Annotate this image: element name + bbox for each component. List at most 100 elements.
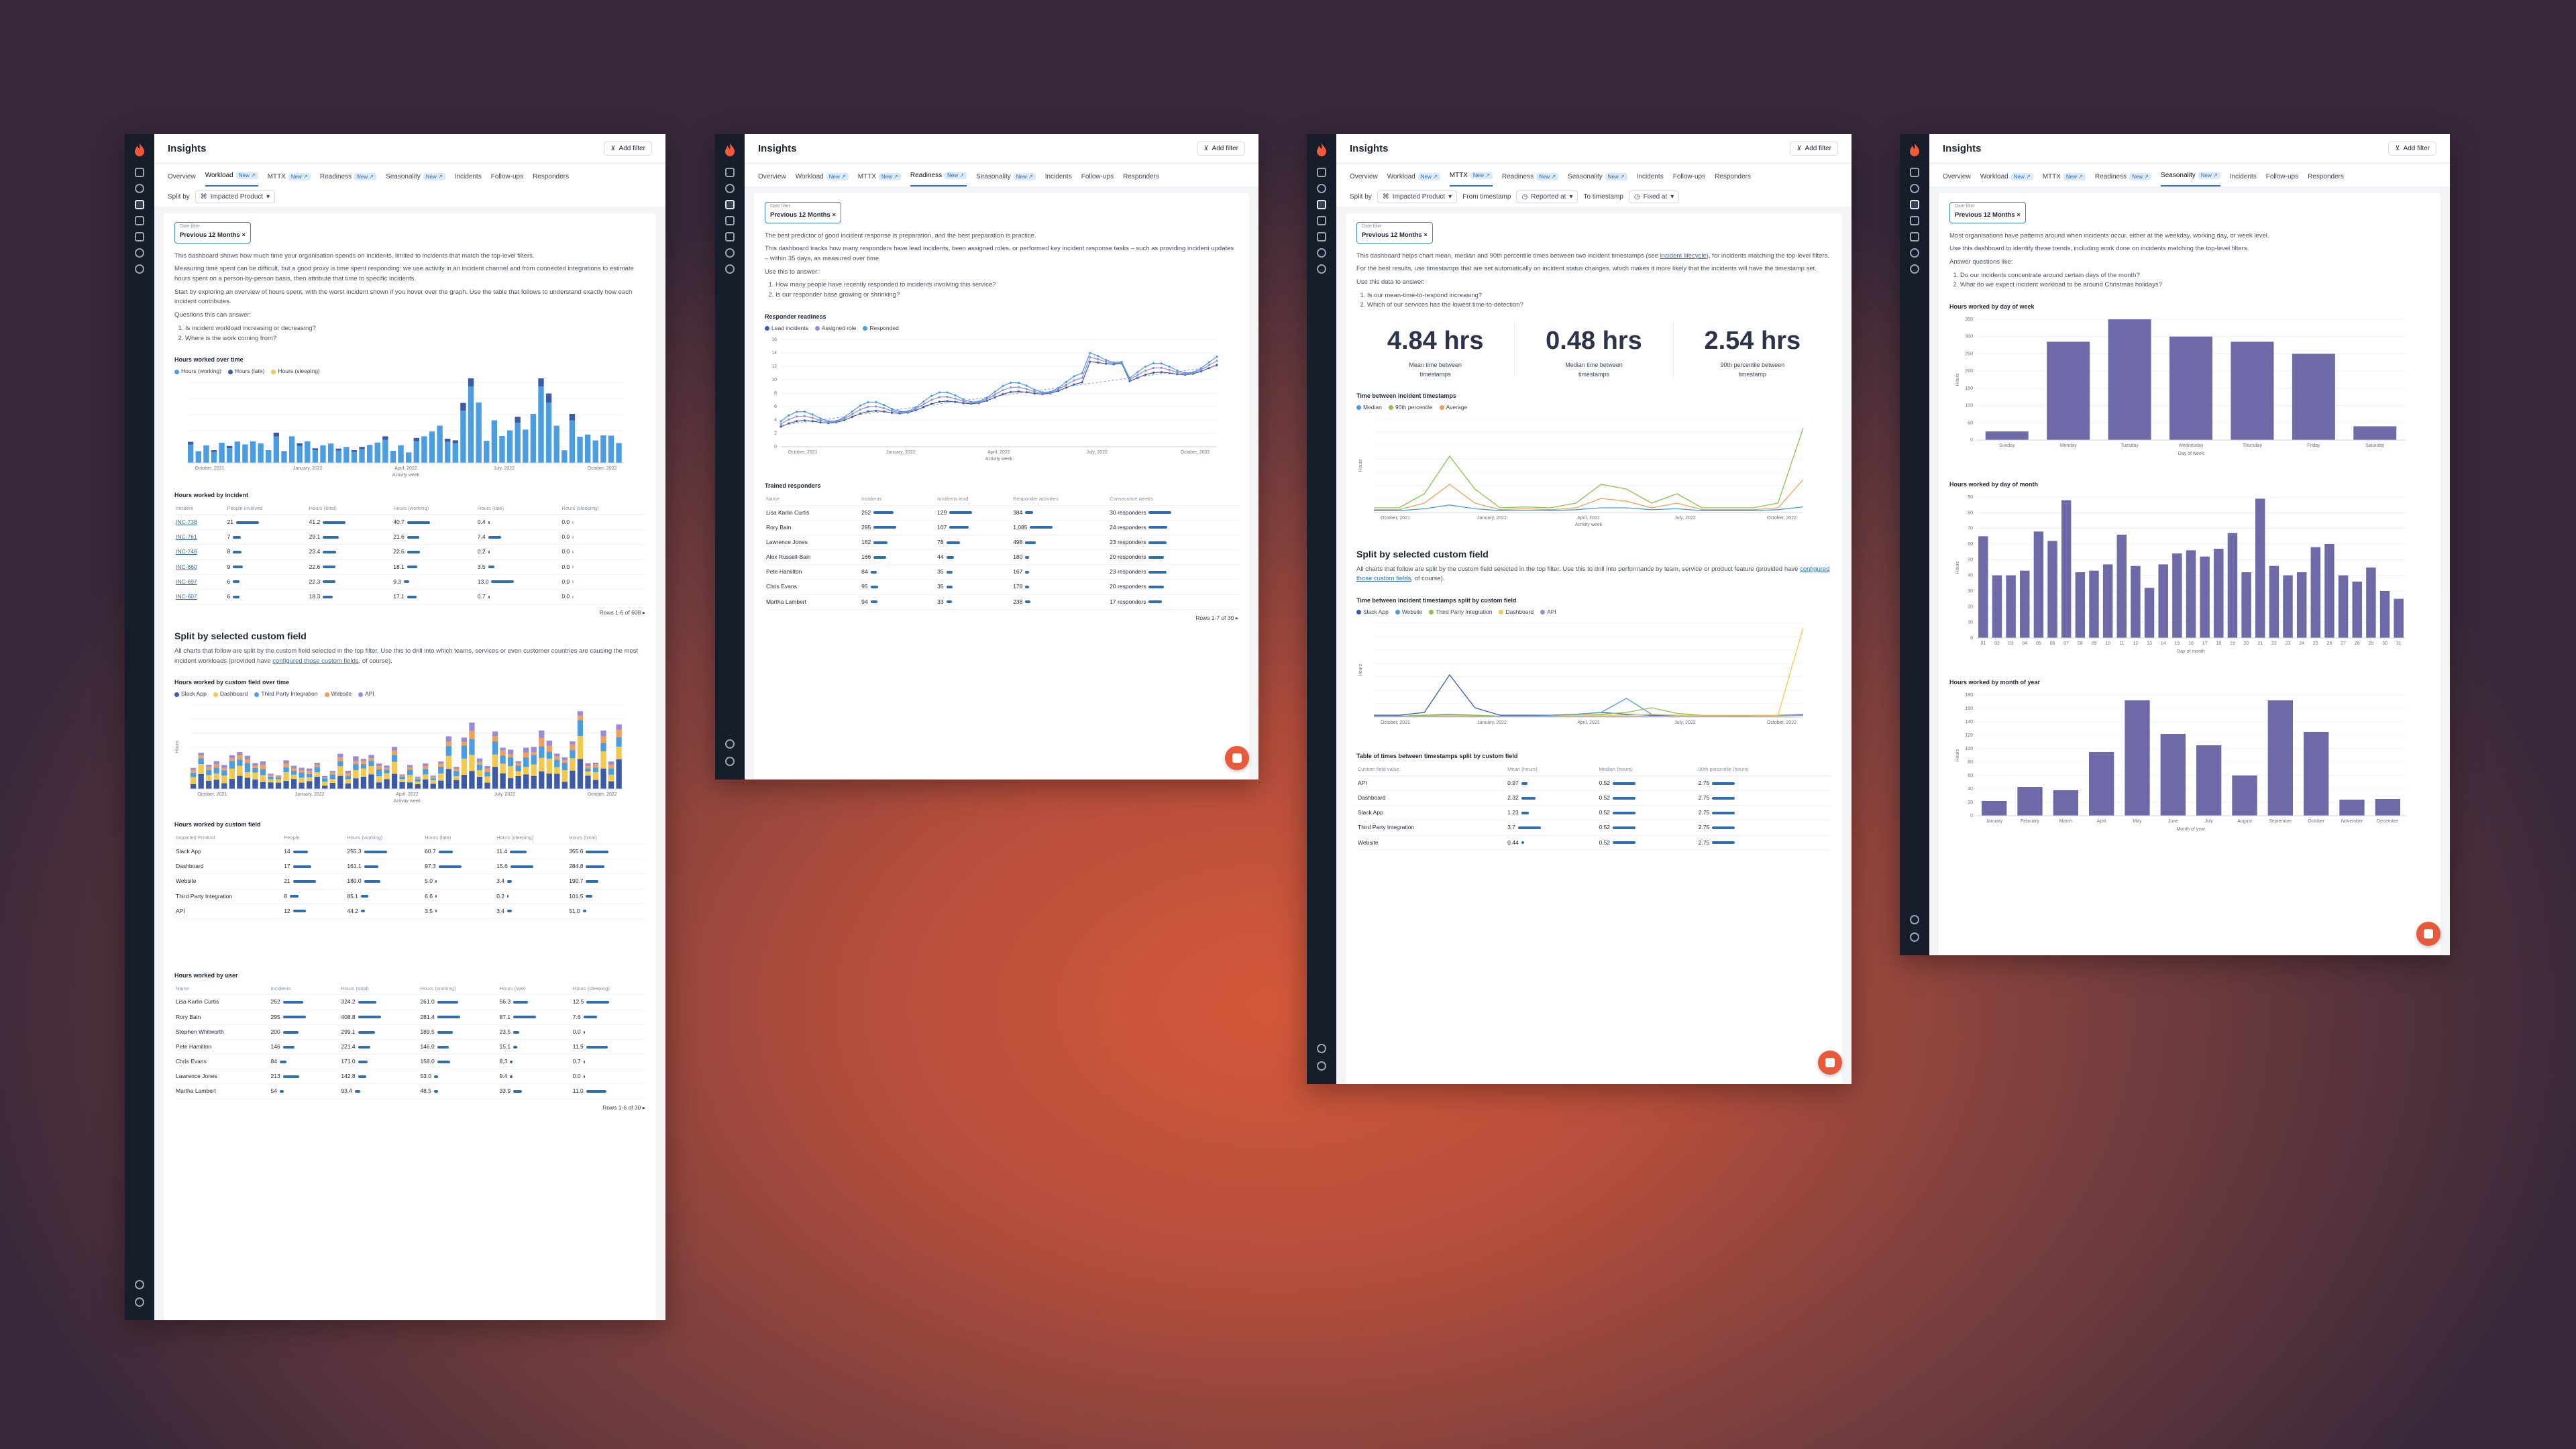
stacked-bar-segment[interactable] xyxy=(353,770,359,779)
table-row[interactable]: Third Party Integration 8 85.1 6.6 0.2 101.5 xyxy=(174,889,645,904)
stacked-bar-segment[interactable] xyxy=(500,763,506,774)
stacked-bar-segment[interactable] xyxy=(531,776,537,790)
split-by-select[interactable]: ⌘ Impacted Product ▾ xyxy=(1377,190,1458,203)
tab-mttx[interactable]: MTTX New ↗ xyxy=(2043,173,2086,186)
stacked-bar-segment[interactable] xyxy=(438,763,444,767)
stacked-bar-segment[interactable] xyxy=(500,773,506,790)
bar[interactable] xyxy=(2160,733,2186,816)
stacked-bar-segment[interactable] xyxy=(299,772,305,778)
stacked-bar-segment[interactable] xyxy=(353,778,359,790)
stacked-bar-segment[interactable] xyxy=(268,773,274,775)
bar-working[interactable] xyxy=(523,429,529,464)
bar-late[interactable] xyxy=(382,436,388,440)
bar-working[interactable] xyxy=(577,437,583,464)
stacked-bar-segment[interactable] xyxy=(577,720,584,737)
table-row[interactable]: INC-748 8 23.4 22.6 0.2 0.0 xyxy=(174,544,645,560)
bar[interactable] xyxy=(1992,575,2002,639)
stacked-bar-segment[interactable] xyxy=(268,777,274,780)
bar-late[interactable] xyxy=(452,440,458,444)
stacked-bar-segment[interactable] xyxy=(384,765,390,769)
stacked-bar-segment[interactable] xyxy=(484,772,490,777)
tab-workload[interactable]: Workload New ↗ xyxy=(205,172,258,186)
stacked-bar-segment[interactable] xyxy=(554,753,560,757)
stacked-bar-segment[interactable] xyxy=(484,766,490,769)
stacked-bar-segment[interactable] xyxy=(507,754,514,758)
row-label[interactable]: INC-660 xyxy=(176,564,197,570)
bar-working[interactable] xyxy=(398,445,404,464)
tab-seasonality[interactable]: Seasonality New ↗ xyxy=(1568,173,1627,186)
stacked-bar-segment[interactable] xyxy=(384,779,390,790)
table-row[interactable]: INC-607 6 18.3 17.1 0.7 0.0 xyxy=(174,589,645,605)
bar-late[interactable] xyxy=(413,438,419,442)
stacked-bar-segment[interactable] xyxy=(469,771,475,790)
stacked-bar-segment[interactable] xyxy=(561,760,568,763)
stacked-bar-segment[interactable] xyxy=(244,756,251,760)
bar-working[interactable] xyxy=(288,436,295,464)
stacked-bar-segment[interactable] xyxy=(314,765,320,768)
stacked-bar-segment[interactable] xyxy=(244,759,251,763)
tab-responders[interactable]: Responders xyxy=(1123,173,1159,186)
stacked-bar-segment[interactable] xyxy=(198,758,204,765)
tab-responders[interactable]: Responders xyxy=(2308,173,2344,186)
close-icon[interactable]: × xyxy=(832,211,836,219)
workflows-icon[interactable] xyxy=(1317,216,1326,225)
add-filter-button[interactable]: ⊻ Add filter xyxy=(604,142,652,156)
stacked-bar-segment[interactable] xyxy=(546,751,552,759)
stacked-bar-segment[interactable] xyxy=(554,773,560,790)
stacked-bar-segment[interactable] xyxy=(268,780,274,783)
bar-late[interactable] xyxy=(297,443,303,446)
help-icon[interactable] xyxy=(725,739,735,749)
stacked-bar-segment[interactable] xyxy=(368,755,374,759)
bar-working[interactable] xyxy=(312,450,319,464)
stacked-bar-segment[interactable] xyxy=(376,782,382,790)
stacked-bar-segment[interactable] xyxy=(260,782,266,790)
stacked-bar-segment[interactable] xyxy=(430,775,436,777)
stacked-bar-segment[interactable] xyxy=(283,763,289,768)
add-filter-button[interactable]: ⊻ Add filter xyxy=(1197,142,1245,156)
stacked-bar-segment[interactable] xyxy=(554,767,560,774)
bar-working[interactable] xyxy=(366,445,373,464)
table-row[interactable]: API 12 44.2 3.5 3.4 51.0 xyxy=(174,904,645,919)
stacked-bar-segment[interactable] xyxy=(384,768,390,770)
stacked-bar-segment[interactable] xyxy=(539,746,545,759)
tab-seasonality[interactable]: Seasonality New ↗ xyxy=(976,173,1036,186)
stacked-bar-segment[interactable] xyxy=(322,776,328,778)
status-page-icon[interactable] xyxy=(1317,232,1326,241)
stacked-bar-segment[interactable] xyxy=(561,757,568,761)
stacked-bar-segment[interactable] xyxy=(337,757,343,762)
stacked-bar-segment[interactable] xyxy=(275,780,282,784)
bar-working[interactable] xyxy=(491,420,498,464)
bar-working[interactable] xyxy=(460,411,466,464)
bar-working[interactable] xyxy=(281,451,287,464)
stacked-bar-segment[interactable] xyxy=(314,777,320,790)
stacked-bar-segment[interactable] xyxy=(608,765,614,769)
stacked-bar-segment[interactable] xyxy=(561,763,568,771)
stacked-bar-segment[interactable] xyxy=(507,749,514,755)
bar[interactable] xyxy=(2338,575,2349,639)
bar-working[interactable] xyxy=(203,445,209,464)
bar-working[interactable] xyxy=(343,447,350,464)
stacked-bar-segment[interactable] xyxy=(275,783,282,790)
stacked-bar-segment[interactable] xyxy=(592,767,599,773)
stacked-bar-segment[interactable] xyxy=(376,766,382,770)
stacked-bar-segment[interactable] xyxy=(206,781,212,790)
stacked-bar-segment[interactable] xyxy=(376,769,382,777)
settings-icon[interactable] xyxy=(725,264,735,274)
status-page-icon[interactable] xyxy=(135,232,144,241)
bar[interactable] xyxy=(2339,799,2365,816)
table-row[interactable]: INC-697 6 22.3 9.3 13.0 0.0 xyxy=(174,574,645,590)
bar-working[interactable] xyxy=(452,443,458,464)
on-call-icon[interactable] xyxy=(1317,248,1326,258)
stacked-bar-segment[interactable] xyxy=(515,776,521,790)
stacked-bar-segment[interactable] xyxy=(260,769,266,775)
stacked-bar-segment[interactable] xyxy=(384,773,390,780)
user-avatar[interactable] xyxy=(725,757,735,766)
stacked-bar-segment[interactable] xyxy=(554,760,560,768)
bar-working[interactable] xyxy=(195,451,201,464)
stacked-bar-segment[interactable] xyxy=(229,758,235,761)
stacked-bar-segment[interactable] xyxy=(539,738,545,747)
stacked-bar-segment[interactable] xyxy=(438,781,444,790)
bar-working[interactable] xyxy=(273,437,280,464)
stacked-bar-segment[interactable] xyxy=(445,756,451,769)
bar-working[interactable] xyxy=(297,445,303,464)
